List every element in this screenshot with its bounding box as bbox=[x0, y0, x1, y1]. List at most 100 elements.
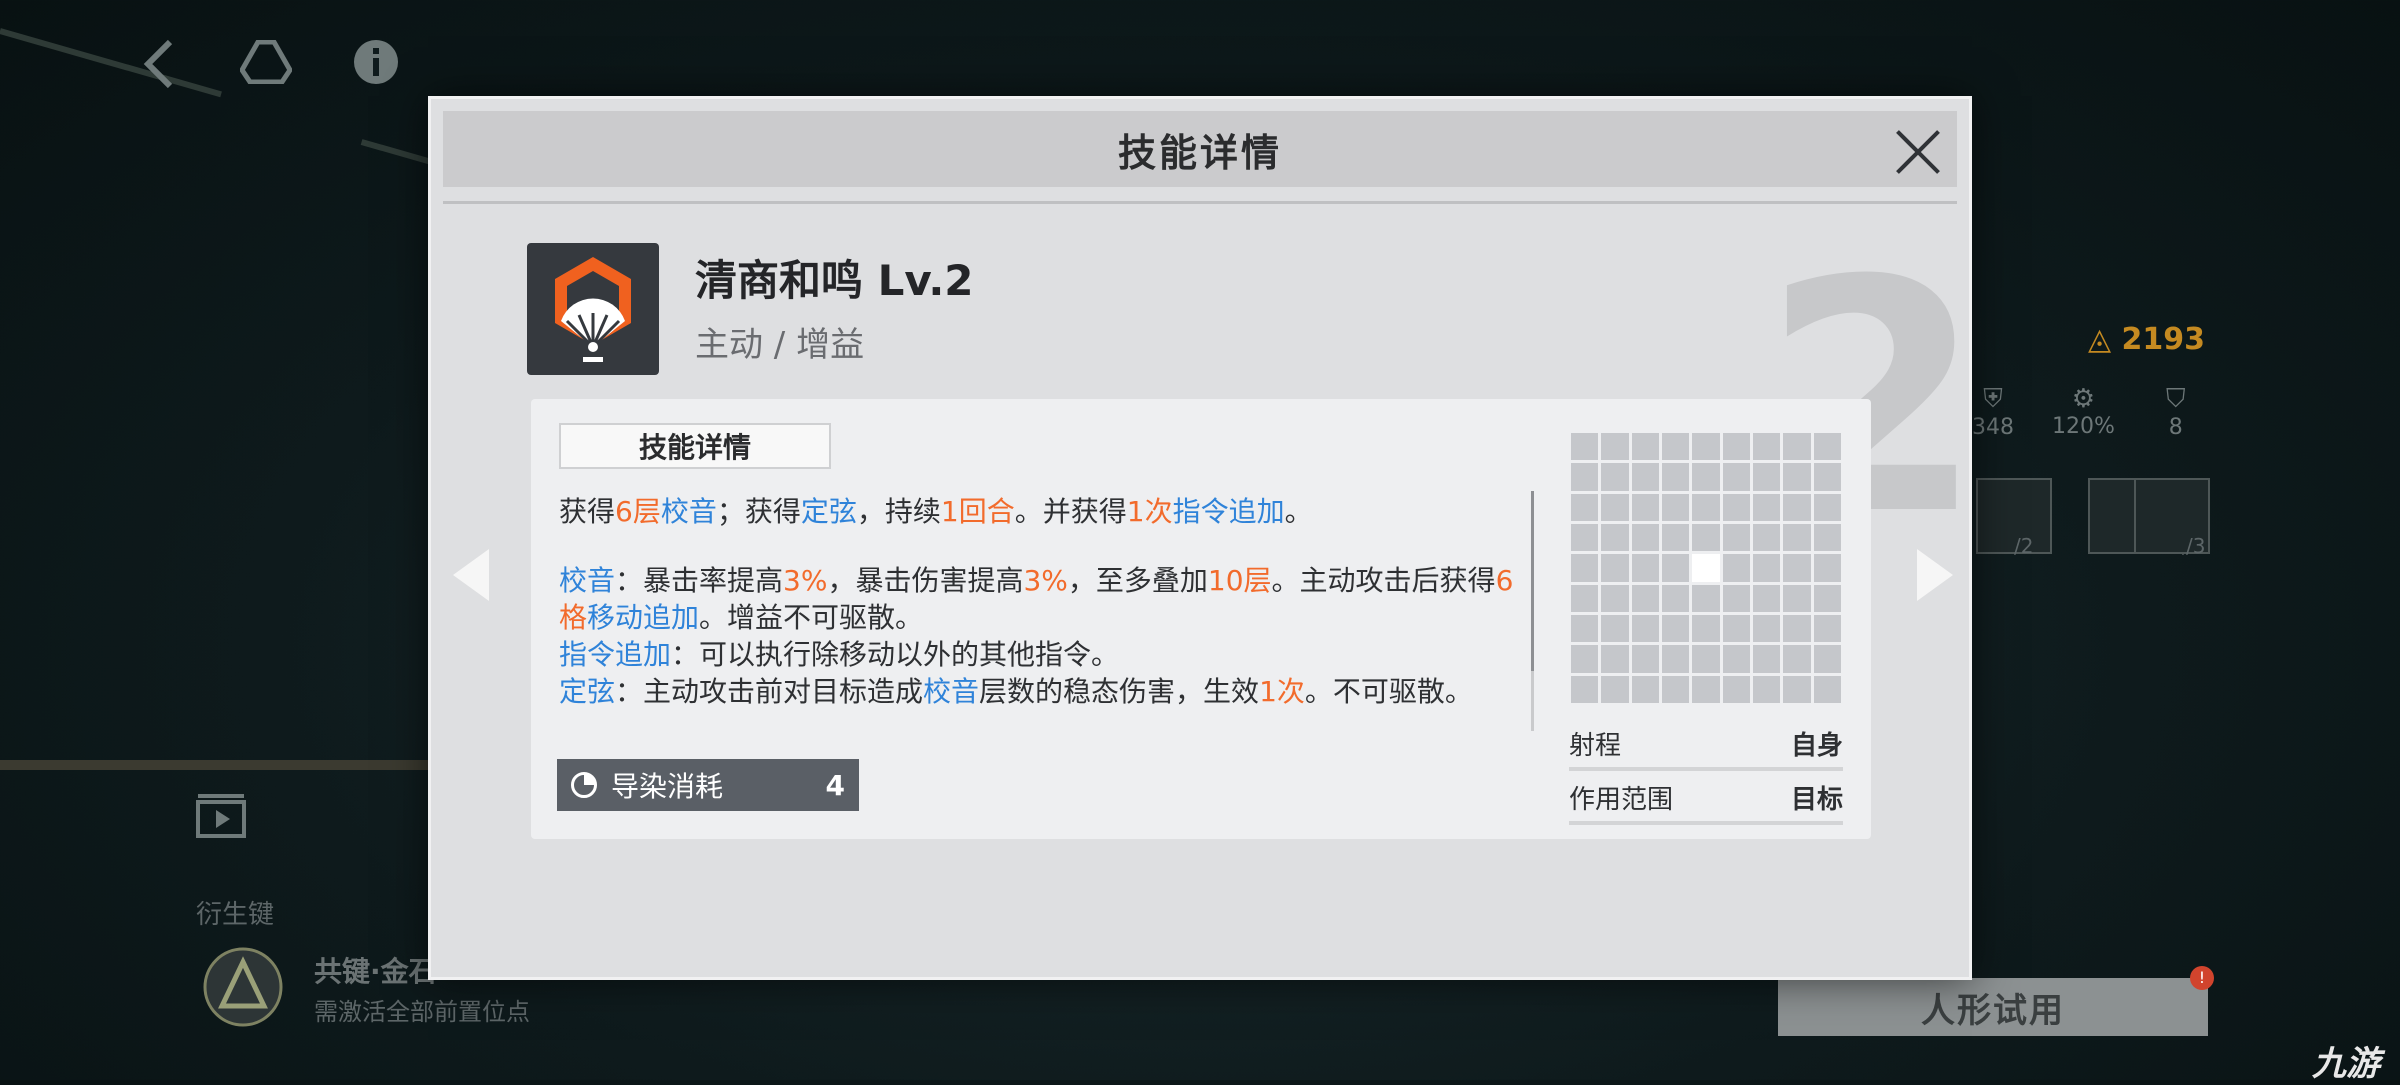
description-text: 。增益不可驱散。 bbox=[699, 601, 924, 634]
grid-cell bbox=[1753, 584, 1781, 612]
cost-value: 4 bbox=[825, 768, 845, 802]
grid-cell bbox=[1813, 645, 1841, 673]
area-value: 目标 bbox=[1790, 785, 1843, 815]
header-divider bbox=[443, 201, 1957, 204]
key-name: 共键·金石 bbox=[314, 955, 437, 988]
description-text: 获得 bbox=[559, 495, 616, 528]
keyword: 6层 bbox=[615, 495, 661, 528]
grid-cell bbox=[1601, 493, 1629, 521]
description-text: ，至多叠加 bbox=[1067, 564, 1208, 597]
keyword: 定弦 bbox=[800, 495, 857, 528]
scrollbar-thumb[interactable] bbox=[1531, 491, 1534, 671]
back-icon[interactable] bbox=[138, 36, 178, 101]
currency-display: ◬ 2193 bbox=[2088, 322, 2205, 357]
grid-cell bbox=[1813, 523, 1841, 552]
alert-badge: ! bbox=[2190, 966, 2214, 990]
modal-header: 技能详情 bbox=[443, 111, 1957, 187]
next-arrow-icon[interactable] bbox=[1917, 549, 1953, 601]
grid-cell-self bbox=[1692, 554, 1720, 582]
fan-icon bbox=[555, 257, 631, 362]
keyword: 3% bbox=[783, 564, 828, 597]
trial-button[interactable]: 人形试用 bbox=[1778, 978, 2208, 1036]
grid-cell bbox=[1783, 614, 1811, 643]
grid-cell bbox=[1753, 493, 1781, 521]
video-icon[interactable] bbox=[196, 794, 246, 847]
grid-cell bbox=[1722, 675, 1750, 703]
description-line: 获得6层校音；获得定弦，持续1回合。并获得1次指令追加。 bbox=[559, 493, 1519, 530]
grid-cell bbox=[1571, 614, 1599, 643]
grid-cell bbox=[1662, 554, 1690, 582]
grid-cell bbox=[1722, 614, 1750, 643]
grid-cell bbox=[1813, 493, 1841, 521]
keyword: 1次 bbox=[1259, 675, 1305, 708]
grid-cell bbox=[1722, 645, 1750, 673]
keyword: 1次 bbox=[1126, 495, 1173, 528]
description-text: ，暴击伤害提高 bbox=[827, 564, 1024, 597]
description-text: ，持续 bbox=[856, 495, 941, 528]
grid-cell bbox=[1783, 584, 1811, 612]
slot-count: /3 bbox=[2186, 534, 2206, 558]
keyword: 移动追加 bbox=[587, 601, 700, 634]
grid-cell bbox=[1783, 463, 1811, 491]
watermark: 九游 bbox=[2312, 1044, 2380, 1084]
currency-icon: ◬ bbox=[2088, 322, 2122, 357]
description-line: 定弦：主动攻击前对目标造成校音层数的稳态伤害，生效1次。不可驱散。 bbox=[559, 673, 1519, 710]
area-label: 作用范围 bbox=[1569, 785, 1674, 815]
stat-count: ⛉ 8 bbox=[2166, 384, 2186, 440]
grid-cell bbox=[1722, 493, 1750, 521]
skill-type: 主动 / 增益 bbox=[695, 325, 865, 365]
grid-cell bbox=[1692, 493, 1720, 521]
stat-percent: ⚙ 120% bbox=[2052, 384, 2115, 439]
grid-cell bbox=[1783, 523, 1811, 552]
grid-cell bbox=[1813, 614, 1841, 643]
grid-cell bbox=[1692, 433, 1720, 461]
cost-bar: 导染消耗 4 bbox=[557, 759, 859, 811]
keyword: 定弦 bbox=[559, 675, 616, 708]
grid-cell bbox=[1601, 433, 1629, 461]
skill-name: 清商和鸣 Lv.2 bbox=[695, 256, 974, 305]
grid-cell bbox=[1753, 645, 1781, 673]
skill-icon bbox=[527, 243, 659, 375]
skill-description: 获得6层校音；获得定弦，持续1回合。并获得1次指令追加。 校音：暴击率提高3%，… bbox=[559, 493, 1519, 710]
drive-icon[interactable] bbox=[239, 39, 293, 93]
stat-defense: ⛨ 348 bbox=[1972, 384, 2014, 440]
range-grid bbox=[1571, 433, 1841, 703]
skill-detail-panel: 技能详情 获得6层校音；获得定弦，持续1回合。并获得1次指令追加。 校音：暴击率… bbox=[531, 399, 1871, 839]
keyword: 校音 bbox=[559, 564, 616, 597]
grid-cell bbox=[1753, 554, 1781, 582]
grid-cell bbox=[1722, 433, 1750, 461]
grid-cell bbox=[1571, 554, 1599, 582]
grid-cell bbox=[1753, 523, 1781, 552]
skill-detail-modal: 2 技能详情 清商和鸣 Lv.2 主动 / 增益 技能详情 获得6层校音；获得定… bbox=[428, 96, 1972, 980]
key-hint: 需激活全部前置位点 bbox=[314, 998, 530, 1026]
grid-cell bbox=[1753, 675, 1781, 703]
grid-cell bbox=[1631, 523, 1659, 552]
grid-cell bbox=[1601, 614, 1629, 643]
grid-cell bbox=[1601, 523, 1629, 552]
stat-value: 8 bbox=[2168, 415, 2183, 440]
grid-cell bbox=[1631, 584, 1659, 612]
cost-label: 导染消耗 bbox=[611, 770, 724, 803]
keyword: 校音 bbox=[660, 495, 717, 528]
description-line: 校音：暴击率提高3%，暴击伤害提高3%，至多叠加10层。主动攻击后获得6格移动追… bbox=[559, 562, 1519, 636]
grid-cell bbox=[1662, 645, 1690, 673]
grid-cell bbox=[1631, 493, 1659, 521]
modal-title: 技能详情 bbox=[1117, 130, 1282, 175]
grid-cell bbox=[1571, 463, 1599, 491]
grid-cell bbox=[1571, 645, 1599, 673]
grid-cell bbox=[1631, 614, 1659, 643]
grid-cell bbox=[1662, 614, 1690, 643]
tab-skill-detail[interactable]: 技能详情 bbox=[559, 423, 831, 469]
grid-cell bbox=[1601, 675, 1629, 703]
close-button[interactable] bbox=[1889, 121, 1949, 181]
description-text: 。并获得 bbox=[1014, 495, 1127, 528]
grid-cell bbox=[1692, 463, 1720, 491]
grid-cell bbox=[1631, 645, 1659, 673]
info-icon[interactable] bbox=[352, 38, 400, 95]
description-line: 指令追加：可以执行除移动以外的其他指令。 bbox=[559, 636, 1519, 673]
prev-arrow-icon[interactable] bbox=[453, 549, 489, 601]
grid-cell bbox=[1631, 463, 1659, 491]
grid-cell bbox=[1722, 463, 1750, 491]
gear-icon: ⚙ bbox=[2071, 384, 2096, 414]
key-emblem-icon[interactable] bbox=[202, 946, 284, 1037]
